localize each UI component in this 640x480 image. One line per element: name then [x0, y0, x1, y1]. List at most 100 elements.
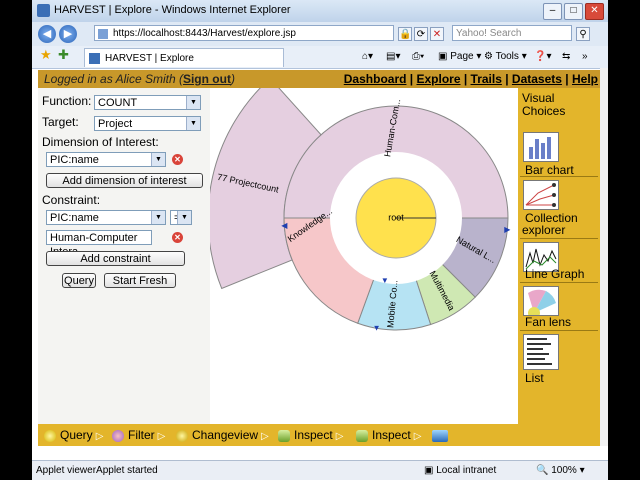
add-favorite-icon[interactable]: ✚: [58, 48, 69, 62]
chevron-down-icon: ▼: [151, 153, 165, 166]
stop-icon[interactable]: ✕: [430, 27, 444, 41]
visual-choices-panel: Visual Choices Bar chart Collection explo…: [518, 88, 600, 424]
address-input[interactable]: https://localhost:8443/Harvest/explore.j…: [94, 25, 394, 41]
zoom-control[interactable]: 🔍 100% ▾: [536, 465, 585, 476]
trail-step-label: Query: [60, 428, 93, 442]
home-icon[interactable]: ⌂▾: [362, 50, 373, 64]
address-toolbar: ◀ ▶ https://localhost:8443/Harvest/explo…: [32, 22, 608, 46]
chevron-down-icon: ▼: [151, 211, 165, 224]
query-icon: [44, 429, 56, 442]
play-icon: ▷: [157, 431, 166, 442]
intranet-icon: ▣: [424, 465, 437, 476]
visual-choice-collection-explorer[interactable]: Collection explorer: [520, 178, 598, 239]
minimize-button[interactable]: –: [543, 3, 562, 20]
login-status: Logged in as Alice Smith (Sign out): [44, 72, 235, 86]
forward-icon[interactable]: ▶: [59, 25, 77, 43]
inspect-icon: [278, 429, 290, 442]
share-icon: [432, 429, 448, 442]
expand-arrow-icon[interactable]: ▼: [381, 276, 389, 285]
back-icon[interactable]: ◀: [38, 25, 56, 43]
start-fresh-button[interactable]: Start Fresh: [104, 273, 176, 288]
status-text: Applet viewerApplet started: [36, 465, 158, 476]
radial-chart[interactable]: rootHuman-Com...Natural L...MultimediaMo…: [210, 88, 518, 424]
browser-window: HARVEST | Explore - Windows Internet Exp…: [32, 0, 608, 480]
constraint-operator-select[interactable]: =▼: [170, 210, 192, 225]
feeds-icon[interactable]: ▤▾: [386, 50, 400, 64]
visual-choices-title: Visual Choices: [522, 92, 565, 118]
trail-step-inspect-2[interactable]: Inspect ▷: [356, 428, 421, 442]
close-button[interactable]: ✕: [585, 3, 604, 20]
tools-menu-label: Tools: [495, 51, 519, 62]
login-close: ): [230, 72, 235, 86]
nav-dashboard[interactable]: Dashboard: [344, 72, 407, 86]
constraint-value-input[interactable]: Human-Computer Intera: [46, 230, 152, 258]
vc-label-line2: explorer: [522, 223, 566, 237]
url-text: https://localhost:8443/Harvest/explore.j…: [113, 28, 296, 39]
maximize-button[interactable]: □: [564, 3, 583, 20]
login-text: Logged in as Alice Smith (: [44, 72, 183, 86]
trail-step-query[interactable]: Query ▷: [44, 428, 103, 442]
help-icon[interactable]: ❓▾: [534, 50, 551, 64]
visual-choice-list[interactable]: List: [520, 332, 598, 386]
nav-datasets[interactable]: Datasets: [512, 72, 562, 86]
expand-arrow-icon[interactable]: ◀: [281, 221, 288, 230]
harvest-tab-icon: [89, 53, 100, 64]
play-icon: ▷: [95, 431, 104, 442]
add-dimension-button[interactable]: Add dimension of interest: [46, 173, 203, 188]
nav-explore[interactable]: Explore: [416, 72, 460, 86]
refresh-icon[interactable]: ⟳: [414, 27, 428, 41]
constraint-label: Constraint:: [42, 193, 101, 207]
visual-choice-fan-lens[interactable]: Fan lens: [520, 284, 598, 331]
trail-step-inspect[interactable]: Inspect ▷: [278, 428, 343, 442]
vc-title-line2: Choices: [522, 104, 566, 118]
trail-step-changeview[interactable]: Changeview ▷: [176, 428, 269, 442]
tab-harvest-explore[interactable]: HARVEST | Explore: [84, 48, 284, 67]
research-icon[interactable]: ⇆: [562, 50, 570, 64]
target-value: Project: [98, 118, 133, 130]
lock-icon[interactable]: 🔒: [398, 27, 412, 41]
vc-title-line1: Visual: [522, 91, 555, 105]
function-value: COUNT: [98, 97, 138, 109]
trail-step-label: Inspect: [372, 428, 411, 442]
remove-dimension-icon[interactable]: ✕: [172, 154, 183, 165]
tab-label: HARVEST | Explore: [105, 53, 194, 64]
dimension-select[interactable]: PIC:name ▼: [46, 152, 166, 167]
query-panel: Function: COUNT ▼ Target: Project ▼ Dimens…: [38, 88, 210, 424]
target-label: Target:: [42, 115, 79, 129]
page-menu[interactable]: ▣ Page ▾: [438, 50, 481, 64]
add-constraint-button[interactable]: Add constraint: [46, 251, 185, 266]
favorites-star-icon[interactable]: ★: [40, 48, 52, 62]
search-input[interactable]: Yahoo! Search: [452, 25, 572, 41]
dimension-value: PIC:name: [50, 154, 99, 166]
print-icon[interactable]: ⎙▾: [412, 50, 424, 64]
expand-arrow-icon[interactable]: ▼: [373, 323, 381, 332]
window-title: HARVEST | Explore - Windows Internet Exp…: [54, 4, 291, 16]
target-select[interactable]: Project ▼: [94, 116, 201, 131]
zone-indicator: ▣ Local intranet: [424, 465, 496, 476]
visualization-canvas[interactable]: root Human-Com... Natural L... Multimedia Mo…: [210, 88, 518, 424]
trail-share-icon[interactable]: [432, 428, 452, 442]
trail-step-filter[interactable]: Filter ▷: [112, 428, 165, 442]
search-icon[interactable]: ⚲: [576, 27, 590, 41]
more-icon[interactable]: »: [582, 50, 588, 64]
visual-choice-line-graph[interactable]: Line Graph: [520, 240, 598, 283]
list-icon: [523, 334, 559, 370]
sign-out-link[interactable]: Sign out: [183, 72, 231, 86]
constraint-field-select[interactable]: PIC:name ▼: [46, 210, 166, 225]
changeview-icon: [176, 429, 188, 442]
function-select[interactable]: COUNT ▼: [94, 95, 201, 110]
page-menu-label: Page: [450, 51, 474, 62]
nav-trails[interactable]: Trails: [471, 72, 502, 86]
expand-arrow-icon[interactable]: ▶: [504, 225, 511, 234]
nav-help[interactable]: Help: [572, 72, 598, 86]
tools-menu[interactable]: ⚙ Tools ▾: [484, 50, 527, 64]
chevron-down-icon: ▼: [186, 96, 200, 109]
query-button[interactable]: Query: [62, 273, 96, 288]
visual-choice-bar-chart[interactable]: Bar chart: [520, 130, 598, 177]
vc-label: Line Graph: [525, 267, 585, 281]
title-bar: HARVEST | Explore - Windows Internet Exp…: [32, 0, 608, 23]
remove-constraint-icon[interactable]: ✕: [172, 232, 183, 243]
zone-text: Local intranet: [436, 465, 497, 476]
tab-bar: ★ ✚ HARVEST | Explore ⌂▾ ▤▾ ⎙▾ ▣ Page ▾ …: [32, 46, 608, 69]
page-icon: [98, 29, 108, 39]
